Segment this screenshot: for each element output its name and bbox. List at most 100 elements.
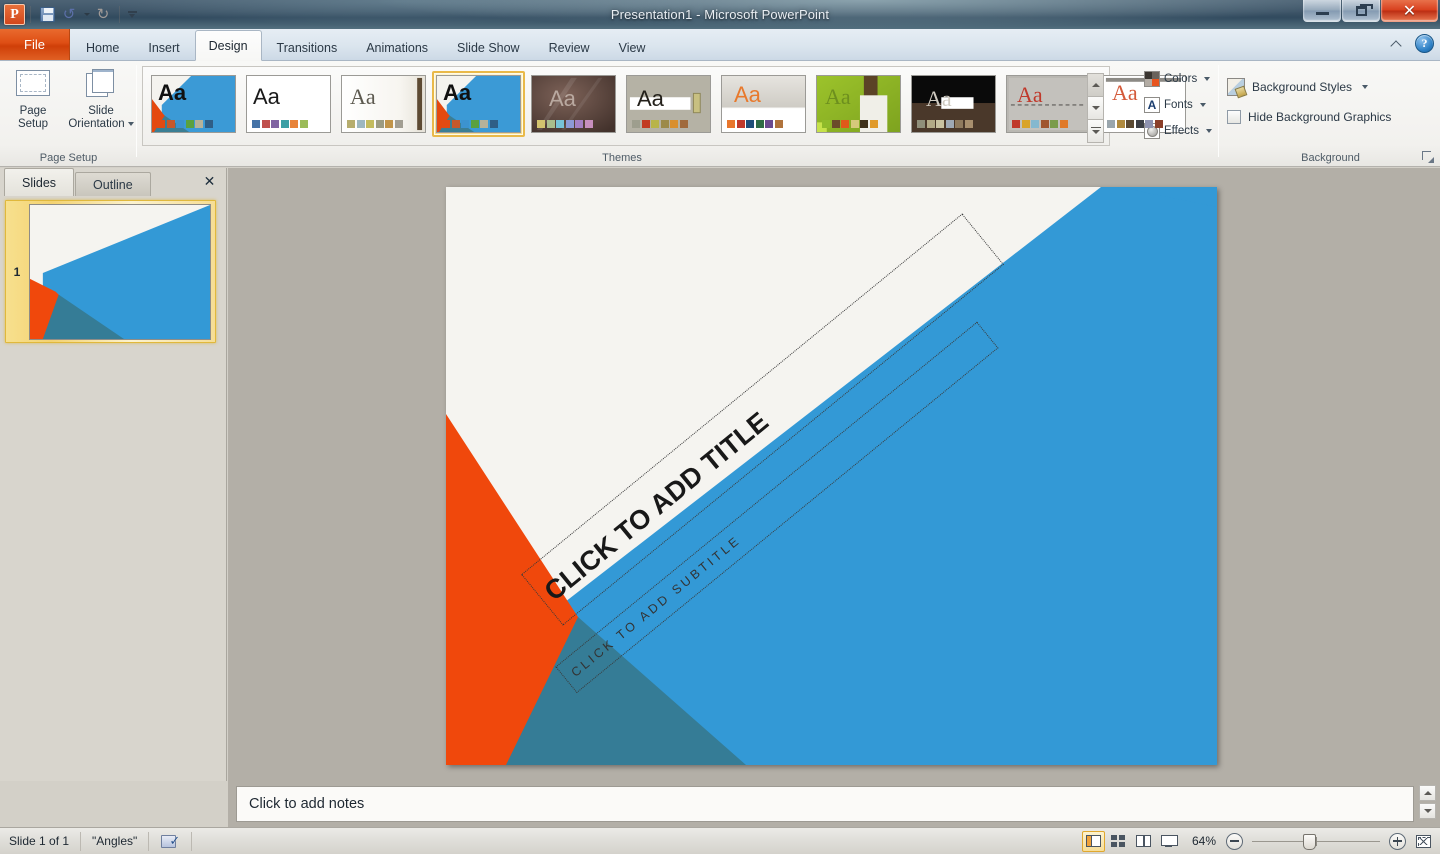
tab-home[interactable]: Home: [72, 34, 133, 61]
theme-color-swatches: [1012, 120, 1068, 128]
status-bar: Slide 1 of 1 "Angles" 64%: [0, 827, 1440, 854]
theme-color-swatch: [1107, 120, 1115, 128]
restore-icon: [1355, 3, 1373, 16]
minimize-button[interactable]: [1303, 0, 1341, 22]
pane-tab-slides[interactable]: Slides: [4, 168, 75, 196]
theme-preview: Aa: [246, 75, 331, 133]
background-dialog-launcher[interactable]: [1421, 150, 1434, 163]
theme-thumbnail-4[interactable]: Aa: [527, 71, 620, 137]
page-setup-icon: [16, 65, 50, 101]
theme-thumbnail-9[interactable]: Aa: [1002, 71, 1095, 137]
more-icon: [1090, 126, 1101, 136]
notes-input[interactable]: Click to add notes: [236, 786, 1414, 822]
zoom-in-button[interactable]: [1389, 832, 1406, 850]
theme-colors-button[interactable]: Colors: [1141, 67, 1215, 91]
undo-button[interactable]: ↺: [58, 4, 80, 25]
slide-orientation-button[interactable]: Slide Orientation: [66, 65, 136, 147]
slide-thumbnail-item[interactable]: 1: [5, 200, 216, 343]
triangle-up-icon: [1423, 791, 1432, 795]
themes-scroll-down-button[interactable]: [1087, 96, 1104, 120]
theme-thumbnail-7[interactable]: Aa: [812, 71, 905, 137]
group-label-background: Background: [1301, 152, 1360, 164]
theme-sample-text: Aa: [1017, 82, 1043, 107]
help-icon[interactable]: ?: [1415, 34, 1434, 53]
tab-design[interactable]: Design: [194, 30, 262, 61]
theme-color-swatches: [632, 120, 688, 128]
theme-color-swatch: [565, 120, 574, 128]
theme-color-swatch: [727, 120, 735, 128]
page-setup-button[interactable]: Page Setup: [2, 65, 64, 147]
theme-sample-text: Aa: [443, 80, 472, 105]
background-styles-button[interactable]: Background Styles: [1227, 75, 1369, 99]
theme-color-swatch: [290, 120, 298, 128]
theme-color-swatch: [537, 120, 545, 128]
tab-view[interactable]: View: [605, 34, 660, 61]
theme-thumbnail-1[interactable]: Aa: [242, 71, 335, 137]
slide-canvas[interactable]: CLICK TO ADD TITLE CLICK TO ADD SUBTITLE: [446, 187, 1217, 765]
redo-button[interactable]: ↻: [92, 4, 114, 25]
pane-tab-outline[interactable]: Outline: [75, 172, 151, 196]
theme-color-swatch: [1059, 120, 1068, 128]
status-theme-name[interactable]: "Angles": [81, 831, 150, 851]
theme-thumbnail-8[interactable]: Aa: [907, 71, 1000, 137]
theme-color-swatch: [936, 120, 944, 128]
fit-slide-to-window-button[interactable]: [1412, 831, 1435, 852]
tab-review[interactable]: Review: [535, 34, 604, 61]
hide-background-graphics-checkbox[interactable]: Hide Background Graphics: [1227, 105, 1391, 129]
theme-thumbnail-5[interactable]: Aa: [622, 71, 715, 137]
themes-more-button[interactable]: [1087, 119, 1104, 143]
background-styles-label: Background Styles: [1252, 80, 1353, 94]
theme-color-swatch: [546, 120, 555, 128]
theme-thumbnail-0[interactable]: Aa: [147, 71, 240, 137]
theme-color-swatch: [385, 120, 393, 128]
group-label-page-setup: Page Setup: [39, 152, 98, 164]
powerpoint-logo-icon[interactable]: P: [4, 4, 25, 25]
close-pane-button[interactable]: ✕: [201, 173, 218, 190]
theme-preview: Aa: [911, 75, 996, 133]
tab-insert[interactable]: Insert: [134, 34, 193, 61]
save-button[interactable]: [36, 4, 58, 25]
theme-thumbnail-3[interactable]: Aa: [432, 71, 525, 137]
theme-fonts-button[interactable]: A Fonts: [1141, 93, 1215, 117]
tab-file[interactable]: File: [0, 29, 70, 60]
minimize-ribbon-icon[interactable]: [1390, 36, 1406, 52]
theme-color-swatches: [1107, 120, 1163, 128]
undo-dropdown-button[interactable]: [80, 4, 92, 25]
theme-thumbnail-6[interactable]: Aa: [717, 71, 810, 137]
zoom-level-label[interactable]: 64%: [1182, 834, 1224, 848]
theme-color-swatch: [261, 120, 270, 128]
customize-quick-access-button[interactable]: [125, 4, 139, 25]
view-button-slide-sorter[interactable]: [1107, 831, 1130, 852]
notes-pane: Click to add notes: [228, 781, 1440, 827]
theme-sample-text: Aa: [734, 82, 761, 107]
tab-slide-show[interactable]: Slide Show: [443, 34, 534, 61]
window-controls: ✕: [1302, 0, 1438, 22]
view-button-slide-show[interactable]: [1157, 831, 1180, 852]
minus-icon: [1230, 840, 1239, 842]
tab-transitions[interactable]: Transitions: [263, 34, 352, 61]
theme-color-swatch: [1012, 120, 1020, 128]
close-button[interactable]: ✕: [1381, 0, 1438, 22]
minimize-icon: [1315, 12, 1329, 15]
chevron-down-icon: [1205, 129, 1212, 133]
tab-animations[interactable]: Animations: [352, 34, 442, 61]
restore-button[interactable]: [1342, 0, 1380, 22]
theme-sample-text: Aa: [1112, 80, 1138, 105]
theme-color-swatch: [632, 120, 640, 128]
theme-sample-text: Aa: [253, 84, 280, 109]
divider: [30, 6, 31, 23]
zoom-out-button[interactable]: [1226, 832, 1243, 850]
status-slide-count[interactable]: Slide 1 of 1: [0, 831, 82, 851]
zoom-slider-handle[interactable]: [1303, 833, 1316, 850]
zoom-slider[interactable]: [1252, 833, 1380, 850]
slides-pane-tabs: Slides Outline: [4, 168, 152, 196]
themes-scroll-up-button[interactable]: [1087, 73, 1104, 97]
spelling-check-button[interactable]: [149, 831, 193, 851]
notes-scroll-up-button[interactable]: [1419, 785, 1436, 801]
theme-thumbnail-2[interactable]: Aa: [337, 71, 430, 137]
view-button-normal[interactable]: [1081, 830, 1105, 852]
view-button-reading-view[interactable]: [1132, 831, 1155, 852]
theme-preview: Aa: [721, 75, 806, 133]
normal-view-icon: [1085, 835, 1101, 847]
notes-scroll-down-button[interactable]: [1419, 803, 1436, 819]
